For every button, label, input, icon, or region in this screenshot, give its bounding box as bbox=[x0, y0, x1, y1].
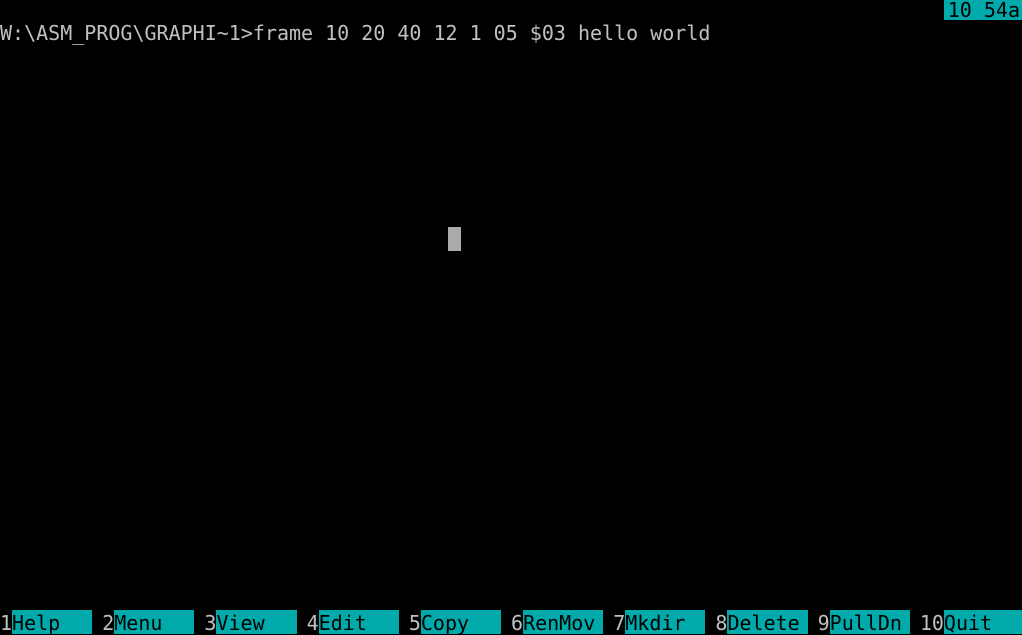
fkey-number: 5 bbox=[408, 610, 421, 635]
fkey-number: 4 bbox=[306, 610, 319, 635]
fkey-label: View bbox=[216, 610, 297, 634]
fkey-number: 2 bbox=[102, 610, 115, 635]
fkey-number: 10 bbox=[919, 610, 944, 635]
fkey-label: Help bbox=[12, 610, 93, 634]
text-cursor bbox=[448, 227, 461, 251]
fkey-label: Mkdir bbox=[625, 610, 706, 634]
fkey-copy[interactable]: 5 Copy bbox=[408, 610, 511, 635]
fkey-number: 6 bbox=[511, 610, 524, 635]
fkey-edit[interactable]: 4 Edit bbox=[306, 610, 409, 635]
fkey-renmov[interactable]: 6 RenMov bbox=[511, 610, 613, 634]
fkey-number: 8 bbox=[715, 610, 728, 635]
fkey-label: RenMov bbox=[523, 610, 604, 634]
function-key-bar: 1 Help 2 Menu 3 View 4 Edit 5 Copy 6 Ren… bbox=[0, 610, 1022, 634]
dos-console-screen: 10 54a W:\ASM_PROG\GRAPHI~1>frame 10 20 … bbox=[0, 0, 1022, 634]
fkey-number: 1 bbox=[0, 610, 13, 635]
fkey-quit[interactable]: 10 Quit bbox=[919, 610, 1022, 635]
fkey-mkdir[interactable]: 7 Mkdir bbox=[613, 610, 715, 634]
clock-display: 10 54a bbox=[943, 0, 1022, 20]
fkey-pulldn[interactable]: 9 PullDn bbox=[817, 610, 920, 635]
fkey-view[interactable]: 3 View bbox=[204, 610, 306, 634]
command-prompt-line[interactable]: W:\ASM_PROG\GRAPHI~1>frame 10 20 40 12 1… bbox=[0, 22, 710, 44]
fkey-label: Menu bbox=[114, 610, 195, 634]
fkey-label: PullDn bbox=[829, 610, 910, 634]
fkey-delete[interactable]: 8 Delete bbox=[715, 610, 817, 634]
fkey-label: Copy bbox=[420, 610, 502, 634]
fkey-help[interactable]: 1 Help bbox=[0, 610, 102, 634]
fkey-number: 9 bbox=[817, 610, 830, 635]
fkey-number: 3 bbox=[204, 610, 217, 635]
fkey-menu[interactable]: 2 Menu bbox=[102, 610, 204, 634]
fkey-number: 7 bbox=[613, 610, 626, 635]
fkey-label: Quit bbox=[943, 610, 1022, 634]
fkey-label: Delete bbox=[727, 610, 808, 634]
fkey-label: Edit bbox=[318, 610, 399, 634]
